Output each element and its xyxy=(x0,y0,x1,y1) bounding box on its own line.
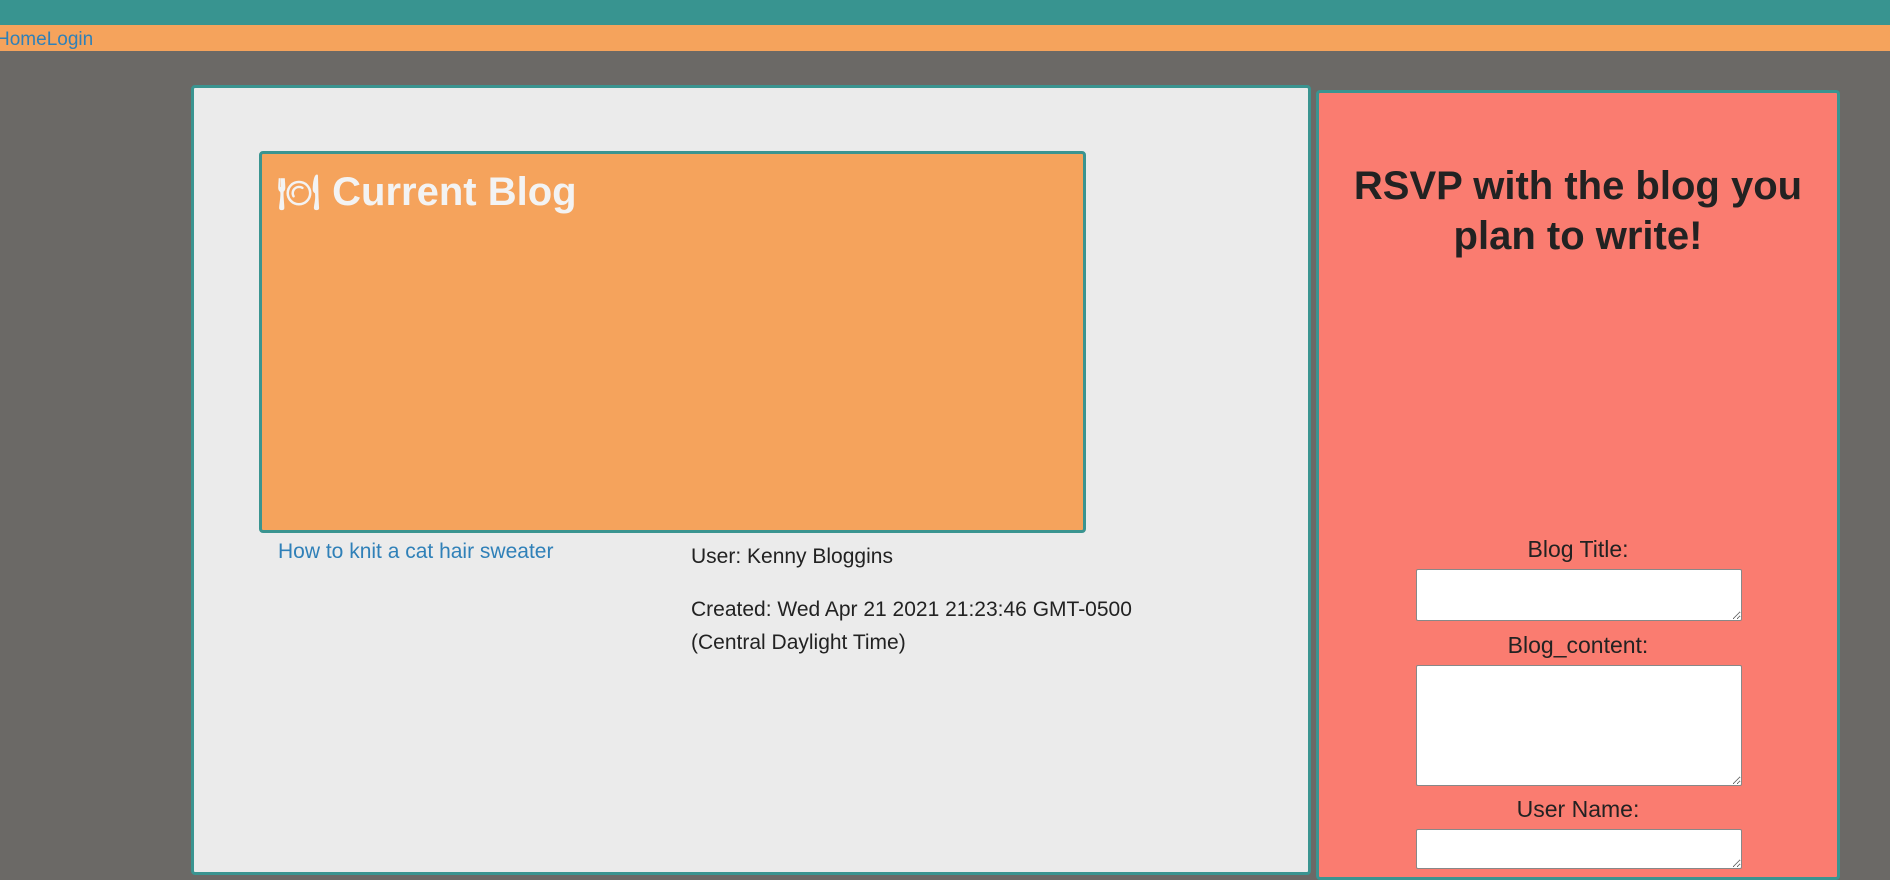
blog-content-label: Blog_content: xyxy=(1507,632,1649,658)
blog-content-field[interactable] xyxy=(1416,665,1742,786)
top-banner xyxy=(0,0,1890,25)
rsvp-heading: RSVP with the blog you plan to write! xyxy=(1353,164,1803,258)
current-blog-heading: 🍽 Current Blog xyxy=(277,170,577,215)
rsvp-panel: RSVP with the blog you plan to write! Bl… xyxy=(1316,90,1840,880)
nav-links: HomeLogin xyxy=(0,25,93,51)
blog-meta: User: Kenny Bloggins Created: Wed Apr 21… xyxy=(691,540,1171,659)
nav-login-link[interactable]: Login xyxy=(47,27,94,53)
blog-author: User: Kenny Bloggins xyxy=(691,545,893,568)
blog-created-date: Created: Wed Apr 21 2021 21:23:46 GMT-05… xyxy=(691,598,1132,654)
user-name-field[interactable] xyxy=(1416,829,1742,869)
blog-title-field[interactable] xyxy=(1416,569,1742,621)
nav-home-link[interactable]: Home xyxy=(0,27,47,53)
user-name-label: User Name: xyxy=(1516,796,1640,822)
main-panel: 🍽 Current Blog How to knit a cat hair sw… xyxy=(191,85,1311,875)
blog-title-label: Blog Title: xyxy=(1527,536,1629,562)
current-blog-card: 🍽 Current Blog xyxy=(259,151,1086,533)
current-blog-title: Current Blog xyxy=(332,170,577,214)
plate-cutlery-icon: 🍽 xyxy=(277,173,321,212)
blog-post-link[interactable]: How to knit a cat hair sweater xyxy=(278,540,553,564)
nav-bar: HomeLogin xyxy=(0,25,1890,51)
